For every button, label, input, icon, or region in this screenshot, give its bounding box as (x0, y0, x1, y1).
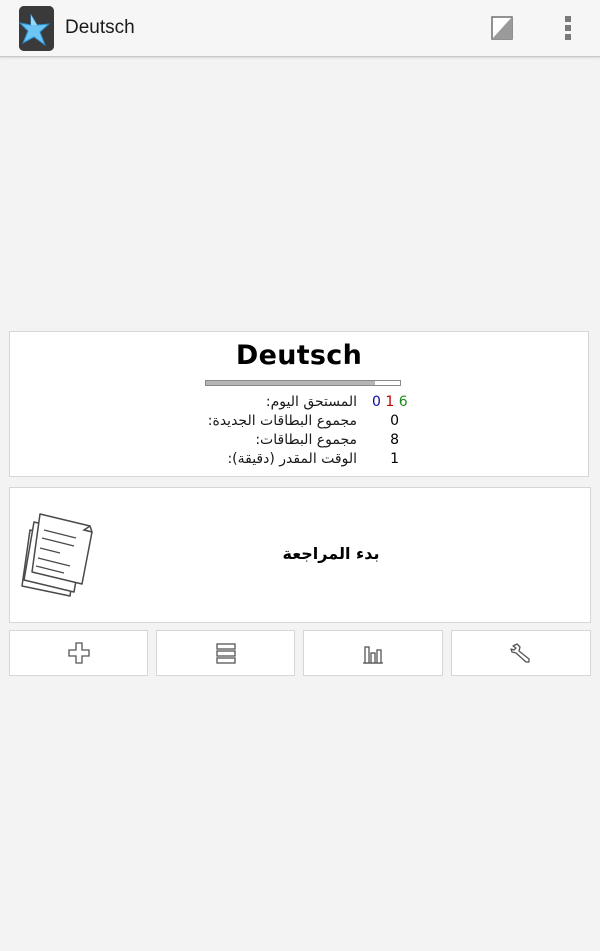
stat-row-estimated-time: 1 الوقت المقدر (دقيقة): (10, 451, 588, 470)
total-new-label: مجموع البطاقات الجديدة: (207, 413, 357, 429)
statistics-button[interactable] (303, 630, 443, 676)
edit-button[interactable] (484, 10, 520, 46)
add-icon (67, 642, 90, 664)
overflow-menu-button[interactable] (550, 10, 586, 46)
wrench-icon (510, 643, 530, 663)
due-new-count: 0 (372, 394, 381, 410)
due-today-label: المستحق اليوم: (265, 394, 357, 410)
study-cards-icon (20, 508, 100, 604)
due-learn-count: 1 (385, 394, 395, 410)
edit-note-icon (491, 16, 513, 40)
deck-progress-fill (206, 381, 375, 385)
action-bar: Deutsch (0, 0, 600, 57)
total-cards-label: مجموع البطاقات: (255, 432, 357, 448)
start-review-button[interactable]: بدء المراجعة (9, 487, 591, 623)
estimated-time-value: 1 (390, 451, 399, 467)
deck-progress-bar (205, 380, 401, 386)
deck-info-card: Deutsch 0 1 6 المستحق اليوم: 0 مجموع الب… (9, 331, 589, 477)
add-button[interactable] (9, 630, 148, 676)
due-review-count: 6 (398, 394, 408, 410)
overflow-menu-icon (565, 16, 571, 40)
stat-row-total-new: 0 مجموع البطاقات الجديدة: (10, 413, 588, 432)
stat-row-due-today: 0 1 6 المستحق اليوم: (10, 394, 588, 413)
browse-button[interactable] (156, 630, 295, 676)
statistics-icon (363, 646, 383, 664)
start-review-label: بدء المراجعة (282, 544, 380, 563)
deck-title: Deutsch (235, 340, 363, 371)
app-title: Deutsch (65, 17, 135, 38)
total-new-value: 0 (390, 413, 399, 429)
browse-list-icon (215, 643, 236, 664)
options-button[interactable] (451, 630, 591, 676)
stat-row-total-cards: 8 مجموع البطاقات: (10, 432, 588, 451)
due-counts: 0 1 6 (372, 394, 408, 410)
estimated-time-label: الوقت المقدر (دقيقة): (227, 451, 357, 467)
app-icon[interactable] (19, 6, 54, 51)
total-cards-value: 8 (390, 432, 399, 448)
